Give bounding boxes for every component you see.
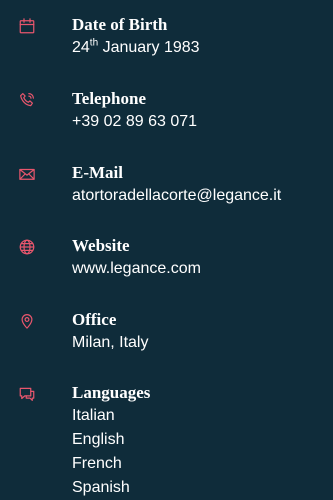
phone-icon	[18, 91, 36, 109]
language-item: French	[72, 455, 122, 472]
birth-day-suffix: th	[89, 37, 99, 49]
office-title: Office	[72, 310, 117, 329]
language-item: Italian	[72, 407, 115, 424]
telephone-value[interactable]: +39 02 89 63 071	[72, 110, 197, 134]
calendar-icon	[18, 17, 36, 35]
languages-title: Languages	[72, 383, 151, 402]
office-value: Milan, Italy	[72, 334, 149, 351]
email-title: E-Mail	[72, 163, 123, 182]
location-pin-icon	[18, 312, 36, 330]
languages-list: Italian English French Spanish	[72, 404, 130, 500]
chat-icon	[18, 385, 36, 403]
website-link[interactable]: www.legance.com	[72, 257, 201, 281]
birth-day: 24	[72, 39, 90, 56]
telephone-title: Telephone	[72, 89, 147, 108]
email-value[interactable]: atortoradellacorte@legance.it	[72, 184, 281, 208]
date-of-birth-title: Date of Birth	[72, 15, 168, 34]
language-item: Spanish	[72, 479, 130, 496]
website-title: Website	[72, 236, 130, 255]
birth-month-year: January 1983	[98, 39, 200, 56]
mail-icon	[18, 165, 36, 183]
date-of-birth-value: 24th January 1983	[72, 36, 200, 60]
contact-info-card: Date of Birth 24th January 1983 Telephon…	[0, 0, 333, 496]
globe-icon	[18, 238, 36, 256]
language-item: English	[72, 431, 125, 448]
